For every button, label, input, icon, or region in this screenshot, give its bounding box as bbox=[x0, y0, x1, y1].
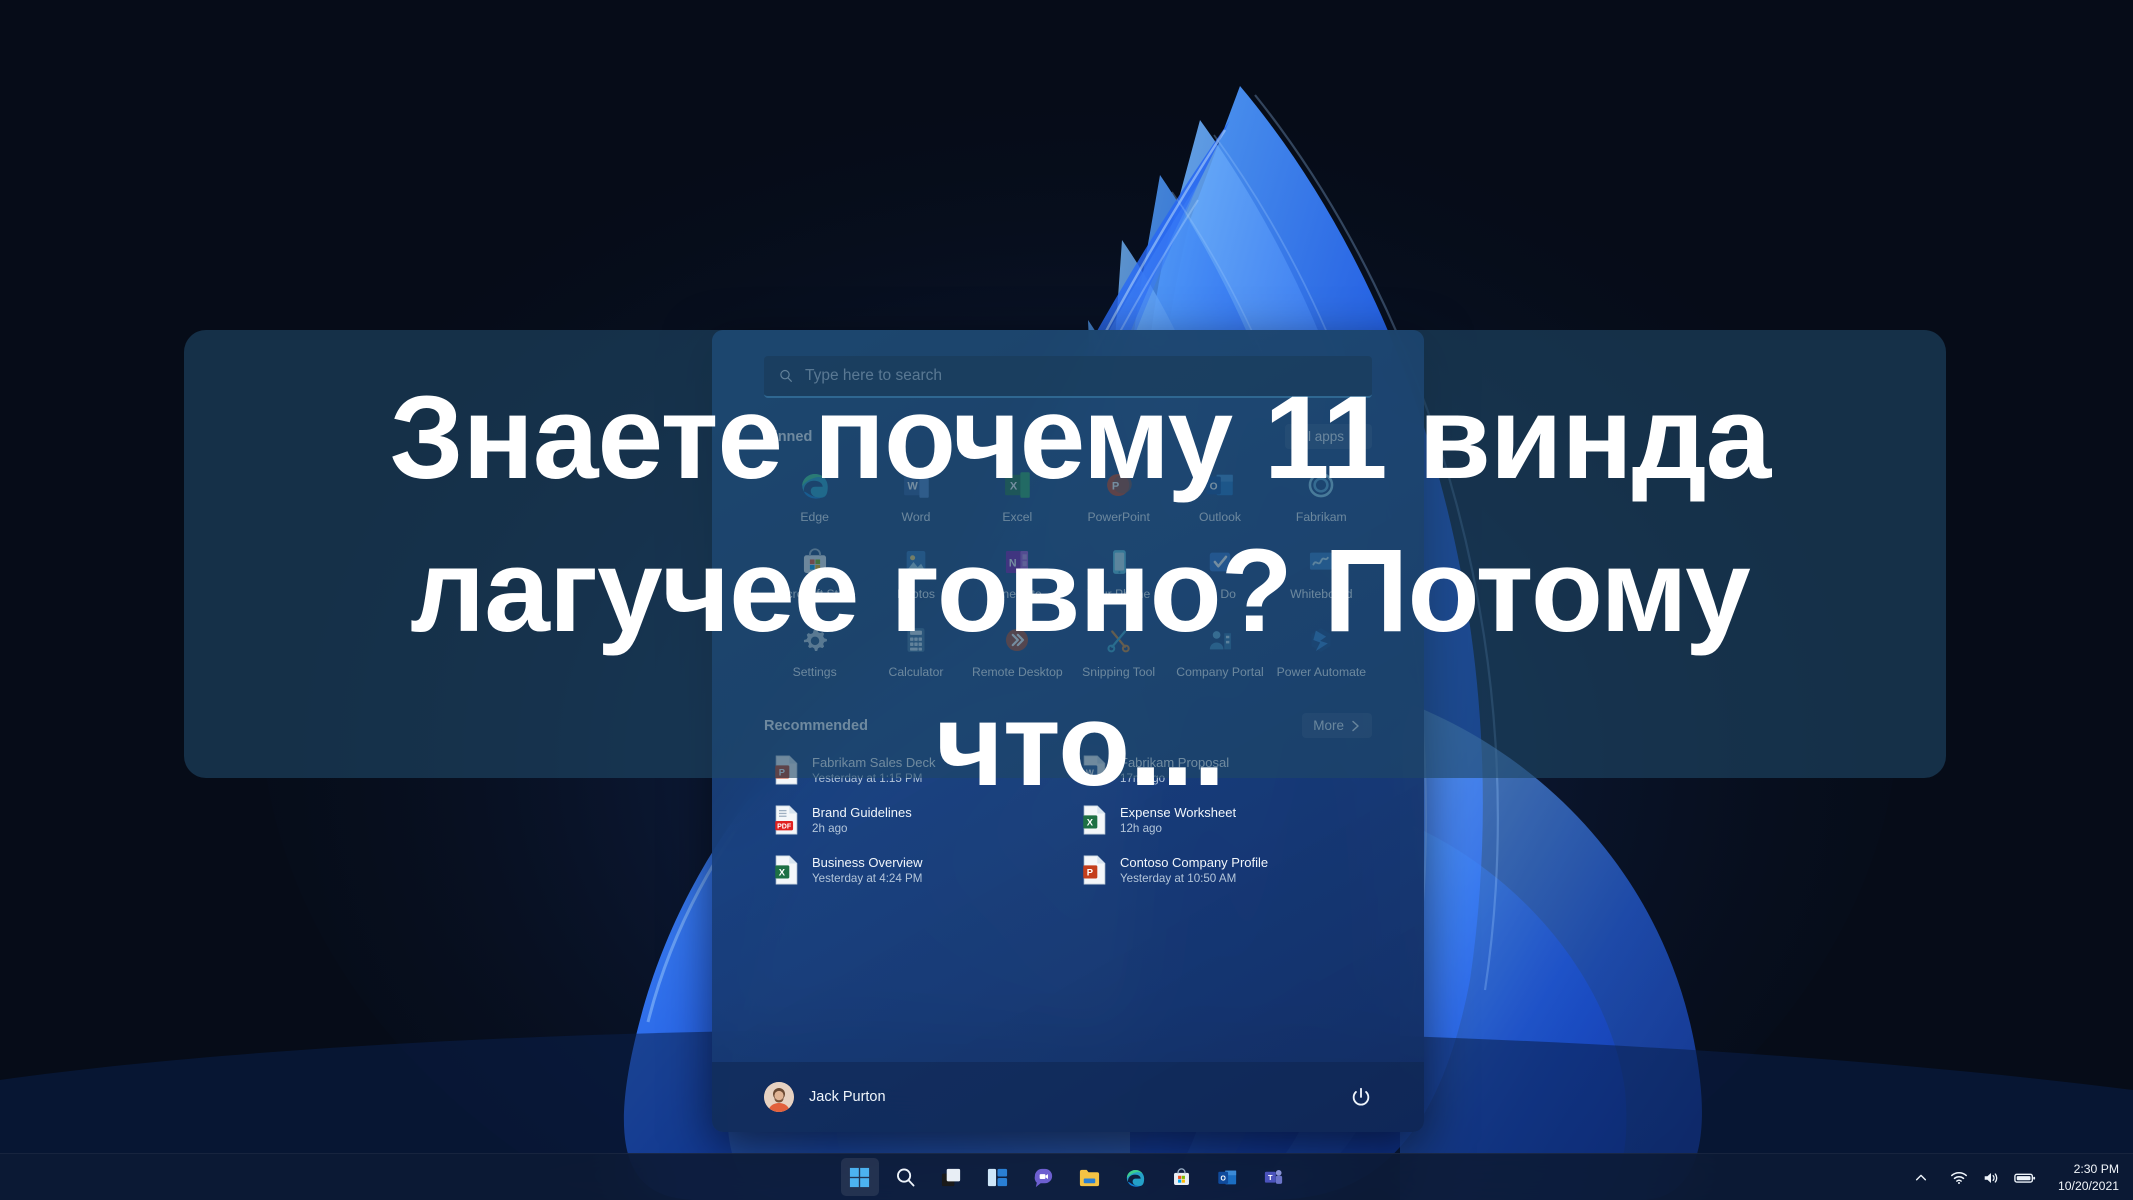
edge-icon bbox=[1126, 1169, 1145, 1187]
taskbar: O T 2:30 PM 10/20/2021 bbox=[0, 1153, 2133, 1200]
search-icon bbox=[897, 1168, 915, 1186]
volume-icon bbox=[1984, 1172, 1998, 1183]
clock-time: 2:30 PM bbox=[2073, 1162, 2119, 1177]
recommended-item-time: 12h ago bbox=[1120, 822, 1162, 836]
recommended-item-name: Business Overview bbox=[812, 855, 923, 871]
recommended-item-time: Yesterday at 4:24 PM bbox=[812, 872, 923, 886]
chat-button[interactable] bbox=[1025, 1158, 1063, 1196]
wifi-icon bbox=[1951, 1171, 1967, 1184]
excel-file-icon: X bbox=[1083, 805, 1106, 835]
edge-button[interactable] bbox=[1117, 1158, 1155, 1196]
tray-overflow-button[interactable] bbox=[1904, 1154, 1938, 1200]
teams-icon: T bbox=[1264, 1169, 1283, 1184]
clock-date: 10/20/2021 bbox=[2058, 1178, 2119, 1193]
start-button[interactable] bbox=[840, 1158, 879, 1196]
taskbar-center-group: O T bbox=[840, 1158, 1293, 1196]
recommended-item[interactable]: X Business Overview Yesterday at 4:24 PM bbox=[764, 846, 1064, 894]
system-tray: 2:30 PM 10/20/2021 bbox=[1904, 1154, 2133, 1200]
recommended-item[interactable]: PDF Brand Guidelines 2h ago bbox=[764, 796, 1064, 844]
recommended-item-name: Brand Guidelines bbox=[812, 805, 912, 821]
teams-button[interactable]: T bbox=[1255, 1158, 1293, 1196]
outlook-icon: O bbox=[1218, 1170, 1237, 1184]
task-view-icon bbox=[941, 1168, 961, 1186]
avatar[interactable] bbox=[764, 1082, 794, 1112]
outlook-button[interactable]: O bbox=[1209, 1158, 1247, 1196]
svg-text:X: X bbox=[779, 868, 786, 878]
power-icon bbox=[1352, 1087, 1370, 1106]
svg-text:X: X bbox=[1087, 818, 1094, 828]
chat-icon bbox=[1034, 1168, 1053, 1187]
svg-text:PDF: PDF bbox=[777, 824, 792, 831]
account-name: Jack Purton bbox=[809, 1089, 886, 1105]
recommended-item[interactable]: X Expense Worksheet 12h ago bbox=[1072, 796, 1372, 844]
recommended-item-time: 2h ago bbox=[812, 822, 848, 836]
recommended-item-name: Expense Worksheet bbox=[1120, 805, 1237, 821]
account-bar: Jack Purton bbox=[712, 1062, 1424, 1132]
tray-status-icons[interactable] bbox=[1938, 1154, 2048, 1200]
recommended-item-name: Contoso Company Profile bbox=[1120, 855, 1269, 871]
file-explorer-button[interactable] bbox=[1071, 1158, 1109, 1196]
widgets-button[interactable] bbox=[979, 1158, 1017, 1196]
widgets-icon bbox=[987, 1168, 1008, 1186]
pdf-file-icon: PDF bbox=[775, 805, 798, 835]
recommended-item[interactable]: P Contoso Company Profile Yesterday at 1… bbox=[1072, 846, 1372, 894]
microsoft-store-icon bbox=[1174, 1167, 1189, 1185]
chevron-up-icon bbox=[1915, 1174, 1927, 1180]
svg-text:P: P bbox=[1087, 868, 1093, 878]
task-view-button[interactable] bbox=[933, 1158, 971, 1196]
power-button[interactable] bbox=[1350, 1086, 1372, 1108]
user-avatar bbox=[764, 1082, 794, 1112]
excel-file-icon: X bbox=[775, 855, 798, 885]
store-button[interactable] bbox=[1163, 1158, 1201, 1196]
powerpoint-file-icon: P bbox=[1083, 855, 1106, 885]
recommended-item-time: Yesterday at 10:50 AM bbox=[1120, 872, 1237, 886]
clock[interactable]: 2:30 PM 10/20/2021 bbox=[2048, 1161, 2119, 1194]
svg-text:O: O bbox=[1221, 1175, 1227, 1182]
battery-icon bbox=[2014, 1173, 2036, 1183]
search-button[interactable] bbox=[887, 1158, 925, 1196]
svg-text:T: T bbox=[1268, 1173, 1273, 1182]
meme-banner-backdrop bbox=[184, 330, 1946, 778]
folder-icon bbox=[1079, 1169, 1100, 1186]
windows-logo-icon bbox=[849, 1167, 870, 1187]
